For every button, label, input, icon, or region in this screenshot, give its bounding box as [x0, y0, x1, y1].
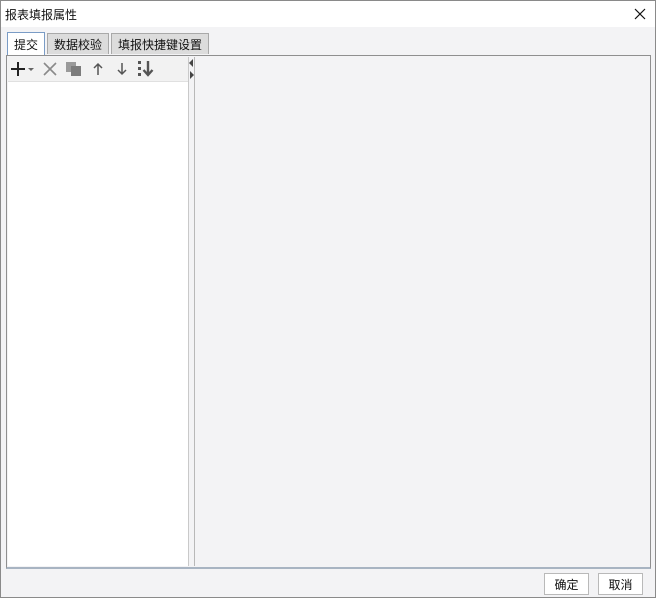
tab-submit[interactable]: 提交	[7, 32, 46, 55]
move-down-icon	[117, 63, 127, 76]
collapse-left-icon	[189, 59, 193, 67]
move-up-button[interactable]	[86, 58, 110, 80]
close-icon[interactable]	[629, 3, 651, 25]
tab-data-validation[interactable]: 数据校验	[47, 33, 110, 54]
tab-shortcut-settings[interactable]: 填报快捷键设置	[111, 33, 210, 54]
delete-button[interactable]	[38, 58, 62, 80]
expand-right-icon	[190, 71, 194, 79]
dropdown-arrow-icon	[28, 68, 34, 71]
cancel-button[interactable]: 取消	[598, 573, 643, 595]
tab-bar: 提交 数据校验 填报快捷键设置	[7, 32, 211, 55]
add-button[interactable]	[8, 58, 38, 80]
submit-list-pane	[8, 57, 189, 566]
tab-label: 数据校验	[54, 37, 103, 52]
submit-settings-pane	[195, 57, 649, 566]
delete-icon	[43, 62, 57, 76]
ok-button[interactable]: 确定	[544, 573, 589, 595]
copy-button[interactable]	[62, 58, 86, 80]
submit-item-list[interactable]	[8, 82, 188, 566]
tab-label: 提交	[14, 37, 39, 52]
copy-icon	[66, 62, 81, 76]
tab-label: 填报快捷键设置	[118, 37, 203, 52]
dialog-title: 报表填报属性	[5, 8, 78, 22]
title-bar[interactable]: 报表填报属性	[1, 1, 655, 27]
move-to-bottom-icon	[138, 61, 154, 77]
move-up-icon	[93, 62, 103, 75]
list-toolbar	[8, 57, 188, 82]
dialog-window: 报表填报属性 提交 数据校验 填报快捷键设置 确定 取消	[0, 0, 656, 598]
move-to-bottom-button[interactable]	[134, 58, 158, 80]
tab-panel	[6, 55, 651, 569]
move-down-button[interactable]	[110, 58, 134, 80]
add-icon	[11, 62, 34, 76]
